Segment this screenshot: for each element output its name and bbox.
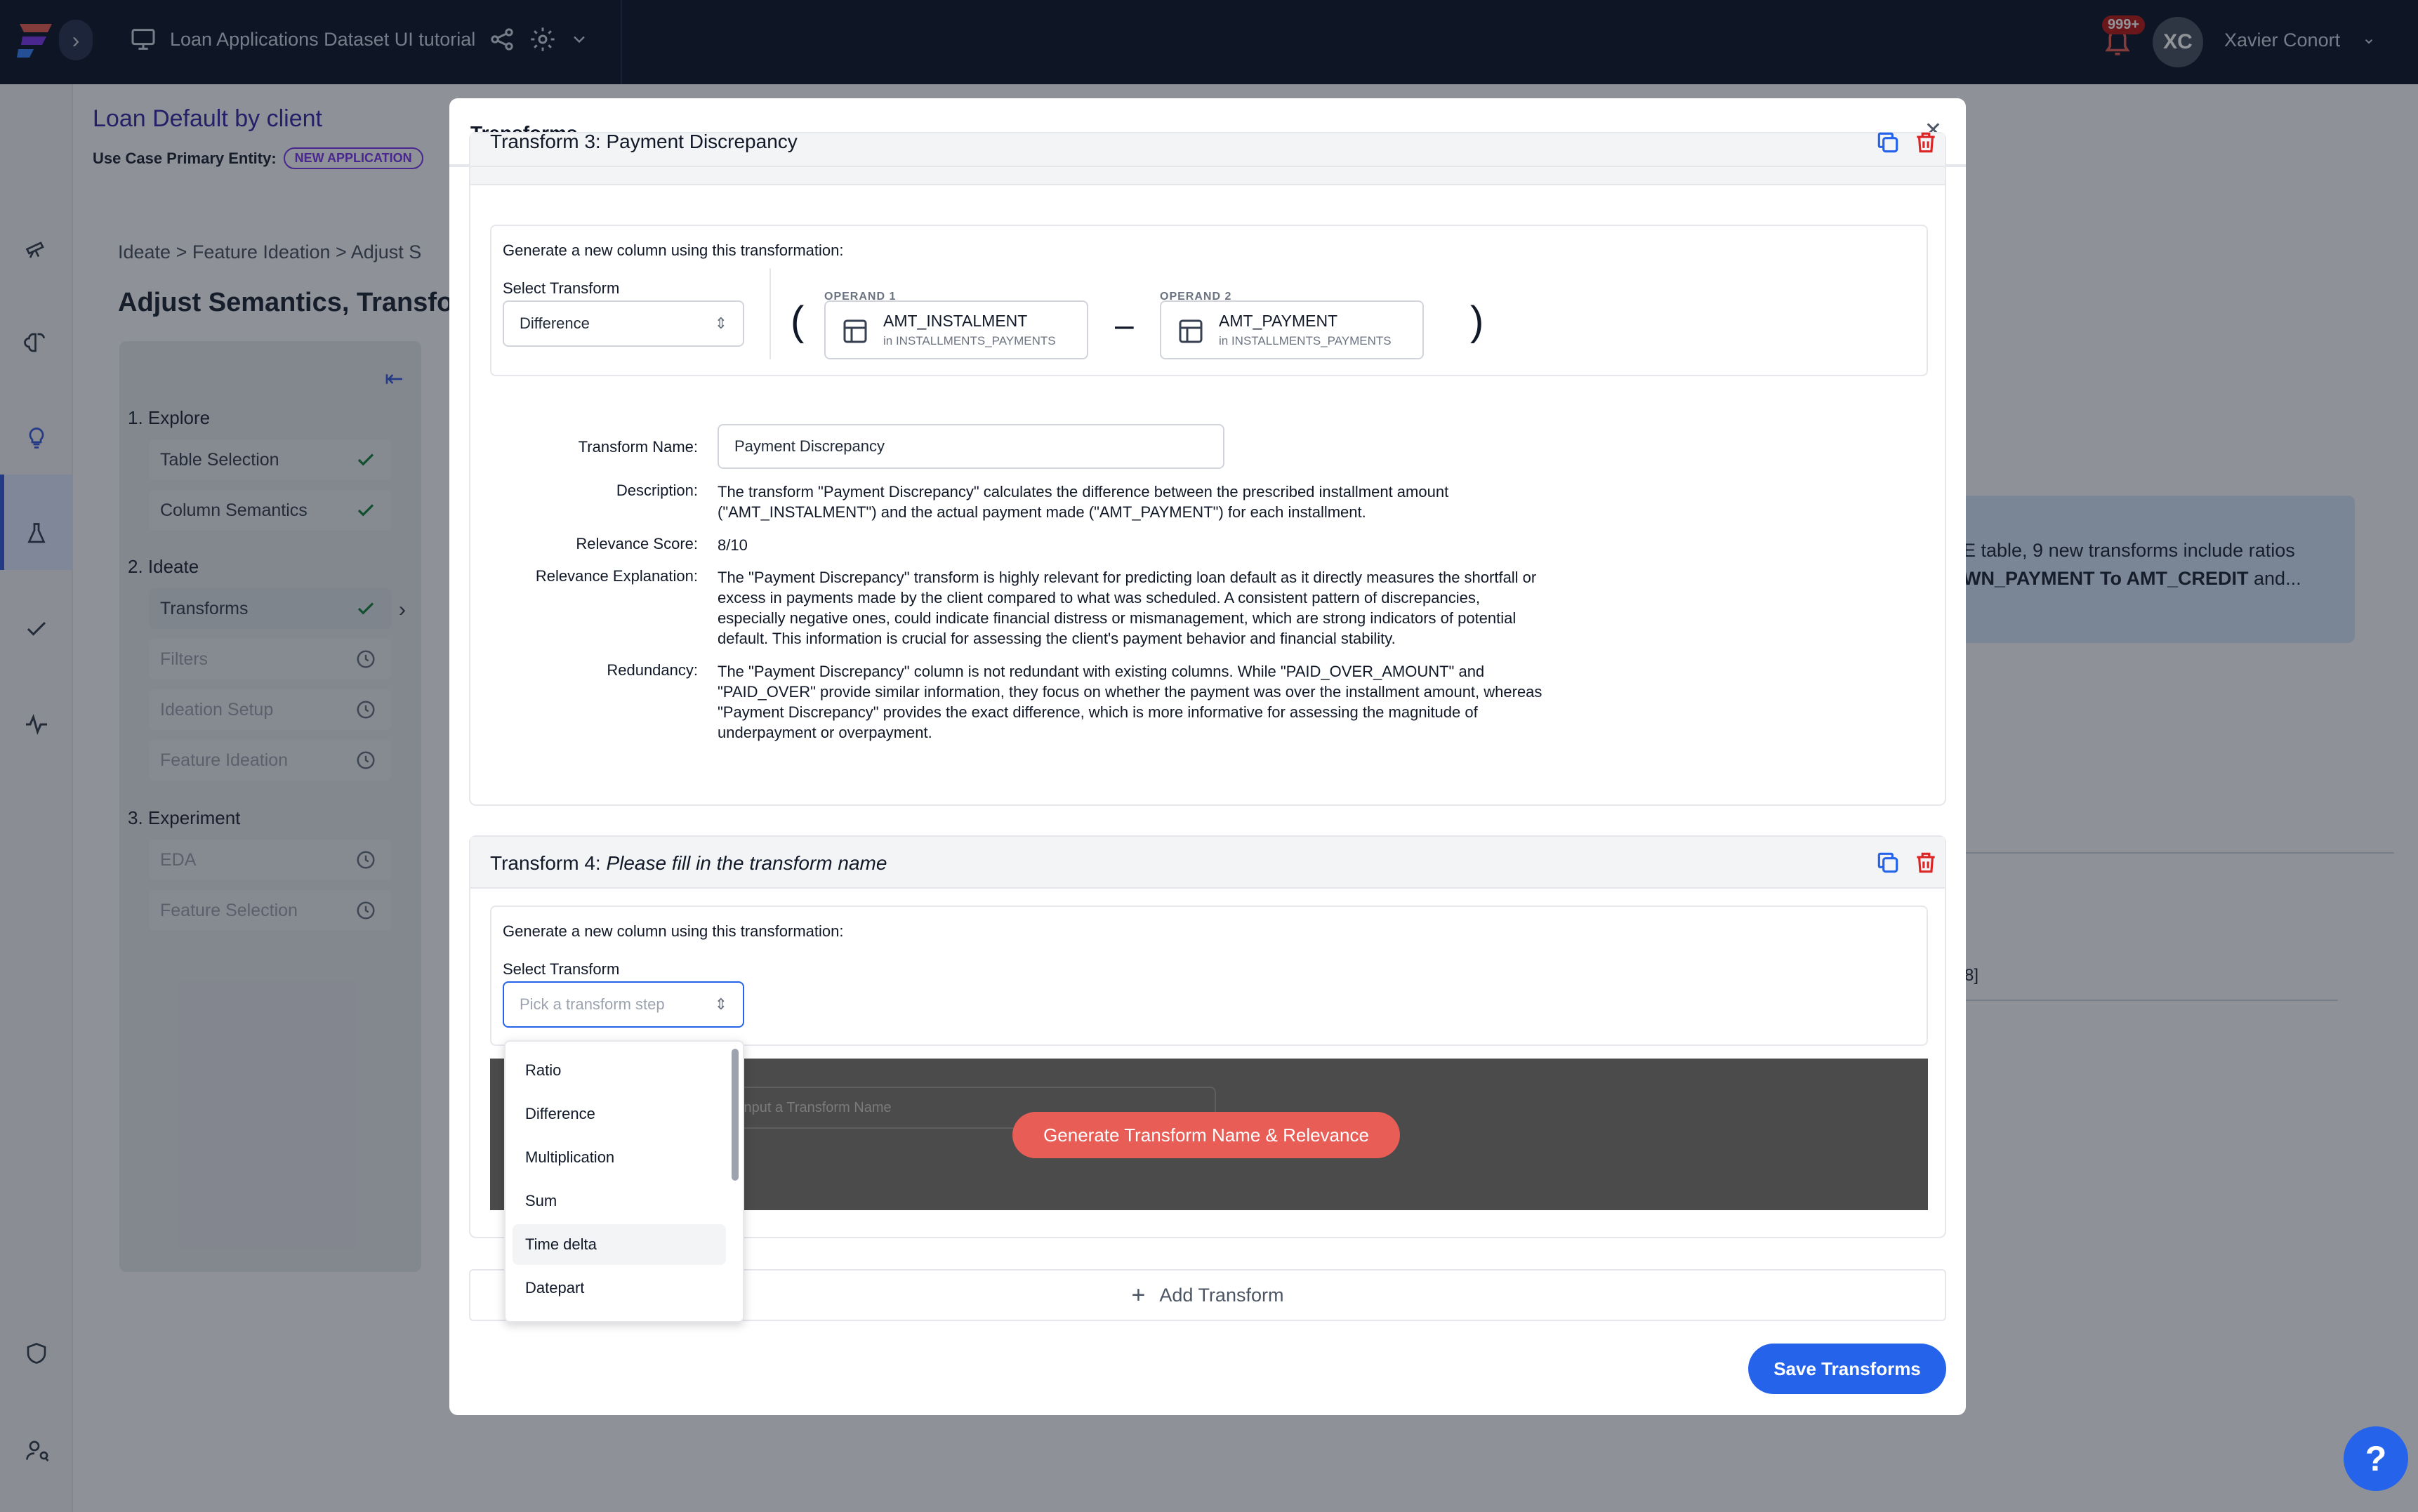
help-button[interactable]: ? <box>2344 1426 2408 1491</box>
redundancy-label: Redundancy: <box>607 661 698 679</box>
transform-select-placeholder: Pick a transform step <box>520 995 665 1013</box>
add-transform-label: Add Transform <box>1159 1284 1284 1306</box>
transform-definition-box: Generate a new column using this transfo… <box>490 906 1928 1046</box>
transform-select[interactable]: Difference ⇕ <box>503 300 744 347</box>
relevance-explanation-text: The "Payment Discrepancy" transform is h… <box>718 569 1537 647</box>
option-ratio[interactable]: Ratio <box>513 1050 726 1091</box>
open-paren: ( <box>791 298 805 344</box>
operand-1-name: AMT_INSTALMENT <box>883 312 1028 330</box>
selected-transform: Difference <box>520 314 590 332</box>
select-transform-label: Select Transform <box>503 279 620 297</box>
operand-2-source: in INSTALLMENTS_PAYMENTS <box>1219 334 1392 347</box>
select-chevron-icon: ⇕ <box>714 995 727 1013</box>
option-sum[interactable]: Sum <box>513 1181 726 1221</box>
select-chevron-icon: ⇕ <box>714 314 727 332</box>
option-multiplication[interactable]: Multiplication <box>513 1137 726 1178</box>
dropdown-scrollbar[interactable] <box>732 1049 739 1181</box>
generate-name-relevance-button[interactable]: Generate Transform Name & Relevance <box>1012 1112 1400 1158</box>
table-icon <box>843 319 867 343</box>
description-text: The transform "Payment Discrepancy" calc… <box>718 483 1449 521</box>
option-difference[interactable]: Difference <box>513 1094 726 1134</box>
redundancy-text: The "Payment Discrepancy" column is not … <box>718 663 1542 741</box>
transform-name-label: Transform Name: <box>578 438 698 456</box>
minus-operator: – <box>1115 307 1134 344</box>
option-datepart[interactable]: Datepart <box>513 1268 726 1308</box>
transform-card-title: Transform 3: Payment Discrepancy <box>490 131 798 152</box>
delete-icon[interactable] <box>1912 129 1939 156</box>
transform-name-input[interactable]: Payment Discrepancy <box>718 424 1224 469</box>
plus-icon: + <box>1131 1281 1146 1308</box>
transform-card-title: Transform 4: Please fill in the transfor… <box>490 852 887 874</box>
transform-definition-box: Generate a new column using this transfo… <box>490 225 1928 376</box>
duplicate-icon[interactable] <box>1875 129 1901 156</box>
description-label: Description: <box>616 482 698 499</box>
relevance-explanation-label: Relevance Explanation: <box>535 567 698 585</box>
operand-1-source: in INSTALLMENTS_PAYMENTS <box>883 334 1056 347</box>
delete-icon[interactable] <box>1912 849 1939 876</box>
relevance-score-label: Relevance Score: <box>576 535 698 552</box>
generate-label: Generate a new column using this transfo… <box>503 922 844 940</box>
operand-2-name: AMT_PAYMENT <box>1219 312 1338 330</box>
transform-card-header: Transform 4: Please fill in the transfor… <box>470 837 1945 889</box>
table-icon <box>1179 319 1203 343</box>
save-transforms-button[interactable]: Save Transforms <box>1748 1344 1946 1394</box>
option-time-delta[interactable]: Time delta <box>513 1224 726 1265</box>
close-paren: ) <box>1470 298 1484 344</box>
relevance-score-value: 8/10 <box>718 536 748 554</box>
operand-2-selector[interactable]: AMT_PAYMENT in INSTALLMENTS_PAYMENTS <box>1160 300 1424 359</box>
select-transform-label: Select Transform <box>503 960 620 978</box>
operand-1-selector[interactable]: AMT_INSTALMENT in INSTALLMENTS_PAYMENTS <box>824 300 1088 359</box>
transform-options-dropdown: Ratio Difference Multiplication Sum Time… <box>504 1040 744 1322</box>
transform-select[interactable]: Pick a transform step ⇕ <box>503 981 744 1028</box>
transform-card-header: Transform 3: Payment Discrepancy <box>470 131 1945 185</box>
definition-divider <box>769 268 771 359</box>
generate-label: Generate a new column using this transfo… <box>503 241 844 259</box>
duplicate-icon[interactable] <box>1875 849 1901 876</box>
